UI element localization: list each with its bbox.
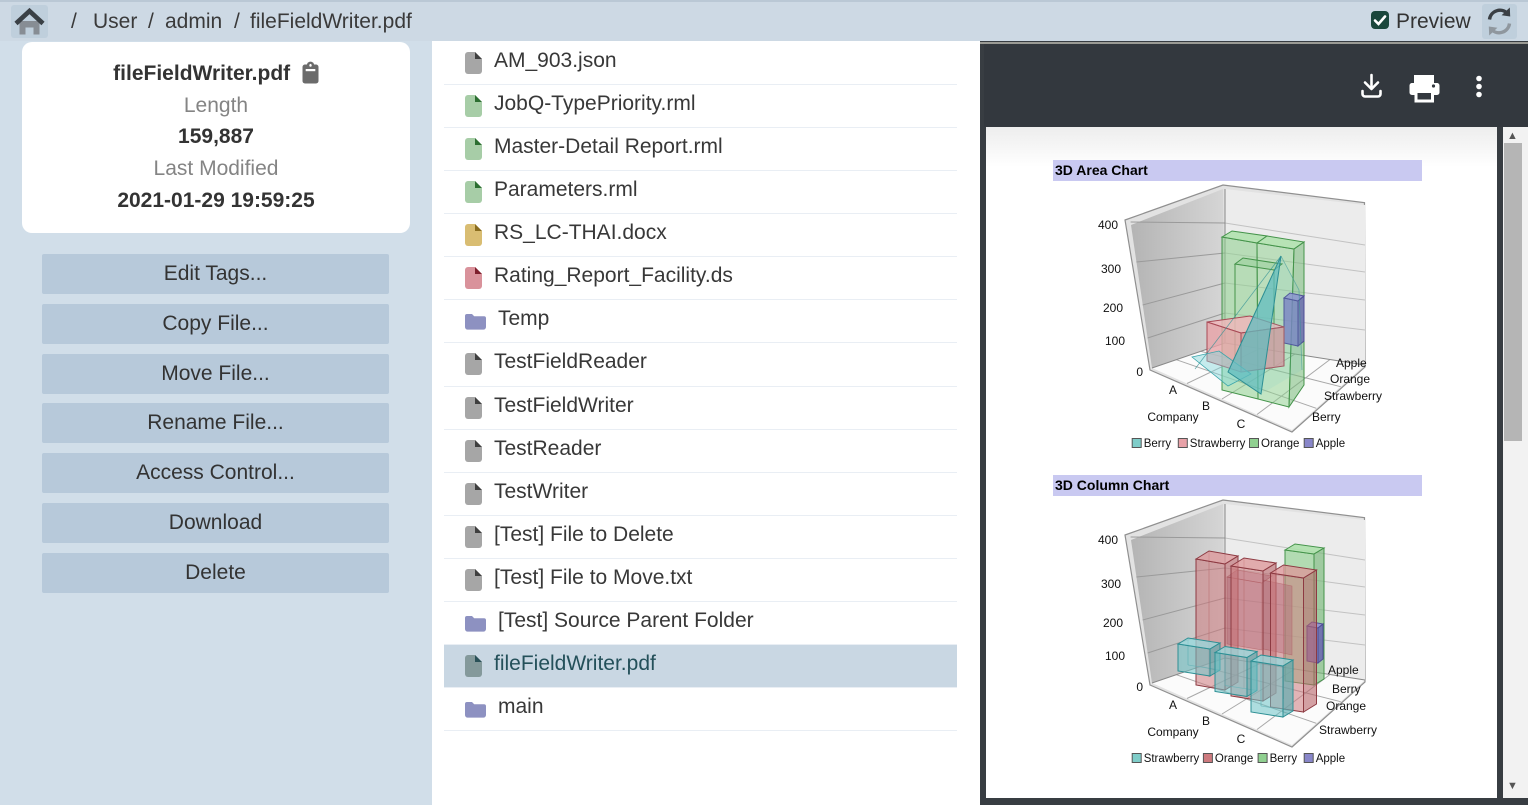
- svg-text:Strawberry: Strawberry: [1190, 438, 1246, 450]
- svg-text:Berry: Berry: [1312, 410, 1341, 424]
- svg-text:Apple: Apple: [1316, 438, 1345, 450]
- svg-text:Company: Company: [1147, 725, 1198, 739]
- svg-text:Apple: Apple: [1316, 753, 1345, 765]
- svg-text:Orange: Orange: [1215, 753, 1253, 765]
- svg-text:A: A: [1169, 698, 1177, 712]
- svg-text:Strawberry: Strawberry: [1324, 389, 1382, 403]
- svg-text:C: C: [1237, 417, 1246, 431]
- svg-text:200: 200: [1103, 301, 1123, 315]
- svg-text:400: 400: [1098, 218, 1118, 232]
- svg-text:Company: Company: [1147, 410, 1198, 424]
- svg-text:C: C: [1237, 732, 1246, 746]
- svg-text:100: 100: [1105, 334, 1125, 348]
- svg-text:Orange: Orange: [1261, 438, 1299, 450]
- svg-text:Strawberry: Strawberry: [1319, 723, 1377, 737]
- svg-text:Apple: Apple: [1328, 663, 1359, 677]
- svg-text:Apple: Apple: [1336, 356, 1367, 370]
- svg-text:B: B: [1202, 399, 1210, 413]
- svg-text:200: 200: [1103, 616, 1123, 630]
- svg-text:400: 400: [1098, 533, 1118, 547]
- svg-text:300: 300: [1101, 262, 1121, 276]
- svg-text:Orange: Orange: [1330, 372, 1370, 386]
- svg-text:Orange: Orange: [1326, 699, 1366, 713]
- svg-text:A: A: [1169, 383, 1177, 397]
- svg-text:Berry: Berry: [1332, 682, 1361, 696]
- svg-text:100: 100: [1105, 649, 1125, 663]
- svg-text:Berry: Berry: [1270, 753, 1298, 765]
- svg-text:300: 300: [1101, 577, 1121, 591]
- svg-text:B: B: [1202, 714, 1210, 728]
- svg-text:Strawberry: Strawberry: [1144, 753, 1200, 765]
- svg-text:0: 0: [1136, 680, 1143, 694]
- svg-text:Berry: Berry: [1144, 438, 1172, 450]
- svg-text:0: 0: [1136, 365, 1143, 379]
